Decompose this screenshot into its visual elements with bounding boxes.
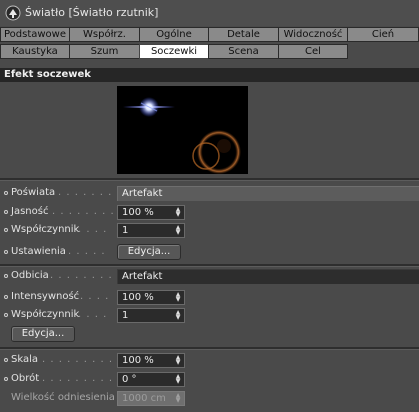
leader-dots: . . . . . . . . . [50,270,122,281]
tab-detale[interactable]: Detale [208,27,279,42]
rotation-row: Obrót . . . . . . . . . . 0 ° ▲ ▼ [0,371,419,388]
rotation-value: 0 ° [122,374,137,385]
glow-factor-row: Współczynnik . . . . 1 ▲ ▼ [0,222,419,239]
leader-dots: . . . . . . . . . [52,206,124,217]
tab-soczewki[interactable]: Soczewki [139,44,209,59]
animation-dot-icon[interactable] [4,191,8,195]
spinner-arrows-icon[interactable]: ▲ ▼ [175,225,181,236]
animation-dot-icon[interactable] [4,210,8,214]
lens-flare-preview [117,86,248,174]
animation-dot-icon[interactable] [4,313,8,317]
reflections-factor-spinner[interactable]: 1 ▲ ▼ [117,308,185,323]
reference-size-row: Wielkość odniesienia 1000 cm ▲ ▼ [0,390,419,407]
glow-row: Poświata . . . . . . . . Artefakt [0,185,419,202]
brightness-value: 100 % [122,207,154,218]
animation-dot-icon[interactable] [4,358,8,362]
leader-dots: . . . . . [68,246,106,257]
reference-size-spinner: 1000 cm ▲ ▼ [117,391,185,406]
section-header: Efekt soczewek [0,68,419,82]
leader-dots: . . . . . . . . . . [42,354,122,365]
spinner-arrows-icon[interactable]: ▲ ▼ [175,207,181,218]
tab-row-filler [348,44,419,59]
scale-label: Skala [11,354,38,365]
glow-edit-button[interactable]: Edycja... [117,244,181,260]
reflections-dropdown[interactable]: Artefakt [117,269,419,284]
animation-dot-icon[interactable] [4,228,8,232]
reflections-factor-label: Współczynnik [11,309,80,320]
intensity-row: Intensywność . . . . 100 % ▲ ▼ [0,289,419,306]
glow-factor-value: 1 [122,225,129,236]
leader-dots: . . . . . . . . [58,187,121,198]
tab-kaustyka[interactable]: Kaustyka [0,44,70,59]
reference-size-label: Wielkość odniesienia [11,392,115,403]
divider [0,347,419,350]
spinner-arrows-icon[interactable]: ▲ ▼ [175,310,181,321]
scale-spinner[interactable]: 100 % ▲ ▼ [117,353,185,368]
settings-label: Ustawienia [11,246,66,257]
reference-size-value: 1000 cm [122,393,166,404]
settings-row: Ustawienia . . . . . Edycja... [0,244,419,261]
spinner-arrows-icon: ▲ ▼ [175,392,181,404]
tab-cien[interactable]: Cień [347,27,419,42]
intensity-label: Intensywność [11,291,80,302]
reflections-factor-value: 1 [122,310,129,321]
tab-row-2: Kaustyka Szum Soczewki Scena Cel [0,44,419,59]
divider [0,178,419,181]
brightness-row: Jasność . . . . . . . . . 100 % ▲ ▼ [0,204,419,221]
window-title: Światło [Światło rzutnik] [25,6,159,19]
brightness-spinner[interactable]: 100 % ▲ ▼ [117,205,185,220]
animation-dot-icon[interactable] [4,377,8,381]
spinner-arrows-icon[interactable]: ▲ ▼ [175,355,181,366]
animation-dot-icon[interactable] [4,274,8,278]
title-bar: Światło [Światło rzutnik] [0,0,419,26]
intensity-spinner[interactable]: 100 % ▲ ▼ [117,290,185,305]
leader-dots: . . . . [80,291,110,302]
tab-ogolne[interactable]: Ogólne [139,27,209,42]
tab-wspolrz[interactable]: Współrz. [69,27,140,42]
leader-dots: . . . . [78,309,108,320]
glow-factor-label: Współczynnik [11,224,80,235]
tab-row-1: Podstawowe Współrz. Ogólne Detale Widocz… [0,27,419,42]
brightness-label: Jasność [11,206,49,217]
reflections-edit-button[interactable]: Edycja... [11,326,75,342]
animation-dot-icon[interactable] [4,295,8,299]
tab-widocznosc[interactable]: Widoczność [278,27,348,42]
tab-cel[interactable]: Cel [278,44,348,59]
glow-label: Poświata [11,187,56,198]
rotation-label: Obrót [11,373,40,384]
spinner-arrows-icon[interactable]: ▲ ▼ [175,374,181,385]
light-icon [5,5,21,21]
divider [0,264,419,267]
scale-value: 100 % [122,355,154,366]
glow-dropdown[interactable]: Artefakt [117,186,419,201]
animation-dot-icon[interactable] [4,250,8,254]
reflections-row: Odbicia . . . . . . . . . Artefakt [0,268,419,285]
section-title: Efekt soczewek [4,69,91,80]
tab-scena[interactable]: Scena [208,44,279,59]
reflections-label: Odbicia [11,270,49,281]
tab-podstawowe[interactable]: Podstawowe [0,27,70,42]
spinner-arrows-icon[interactable]: ▲ ▼ [175,292,181,303]
leader-dots: . . . . [78,224,108,235]
scale-row: Skala . . . . . . . . . . 100 % ▲ ▼ [0,352,419,369]
rotation-spinner[interactable]: 0 ° ▲ ▼ [117,372,185,387]
glow-factor-spinner[interactable]: 1 ▲ ▼ [117,223,185,238]
leader-dots: . . . . . . . . . . [42,373,122,384]
reflections-factor-row: Współczynnik . . . . 1 ▲ ▼ [0,307,419,324]
intensity-value: 100 % [122,292,154,303]
tab-szum[interactable]: Szum [69,44,140,59]
